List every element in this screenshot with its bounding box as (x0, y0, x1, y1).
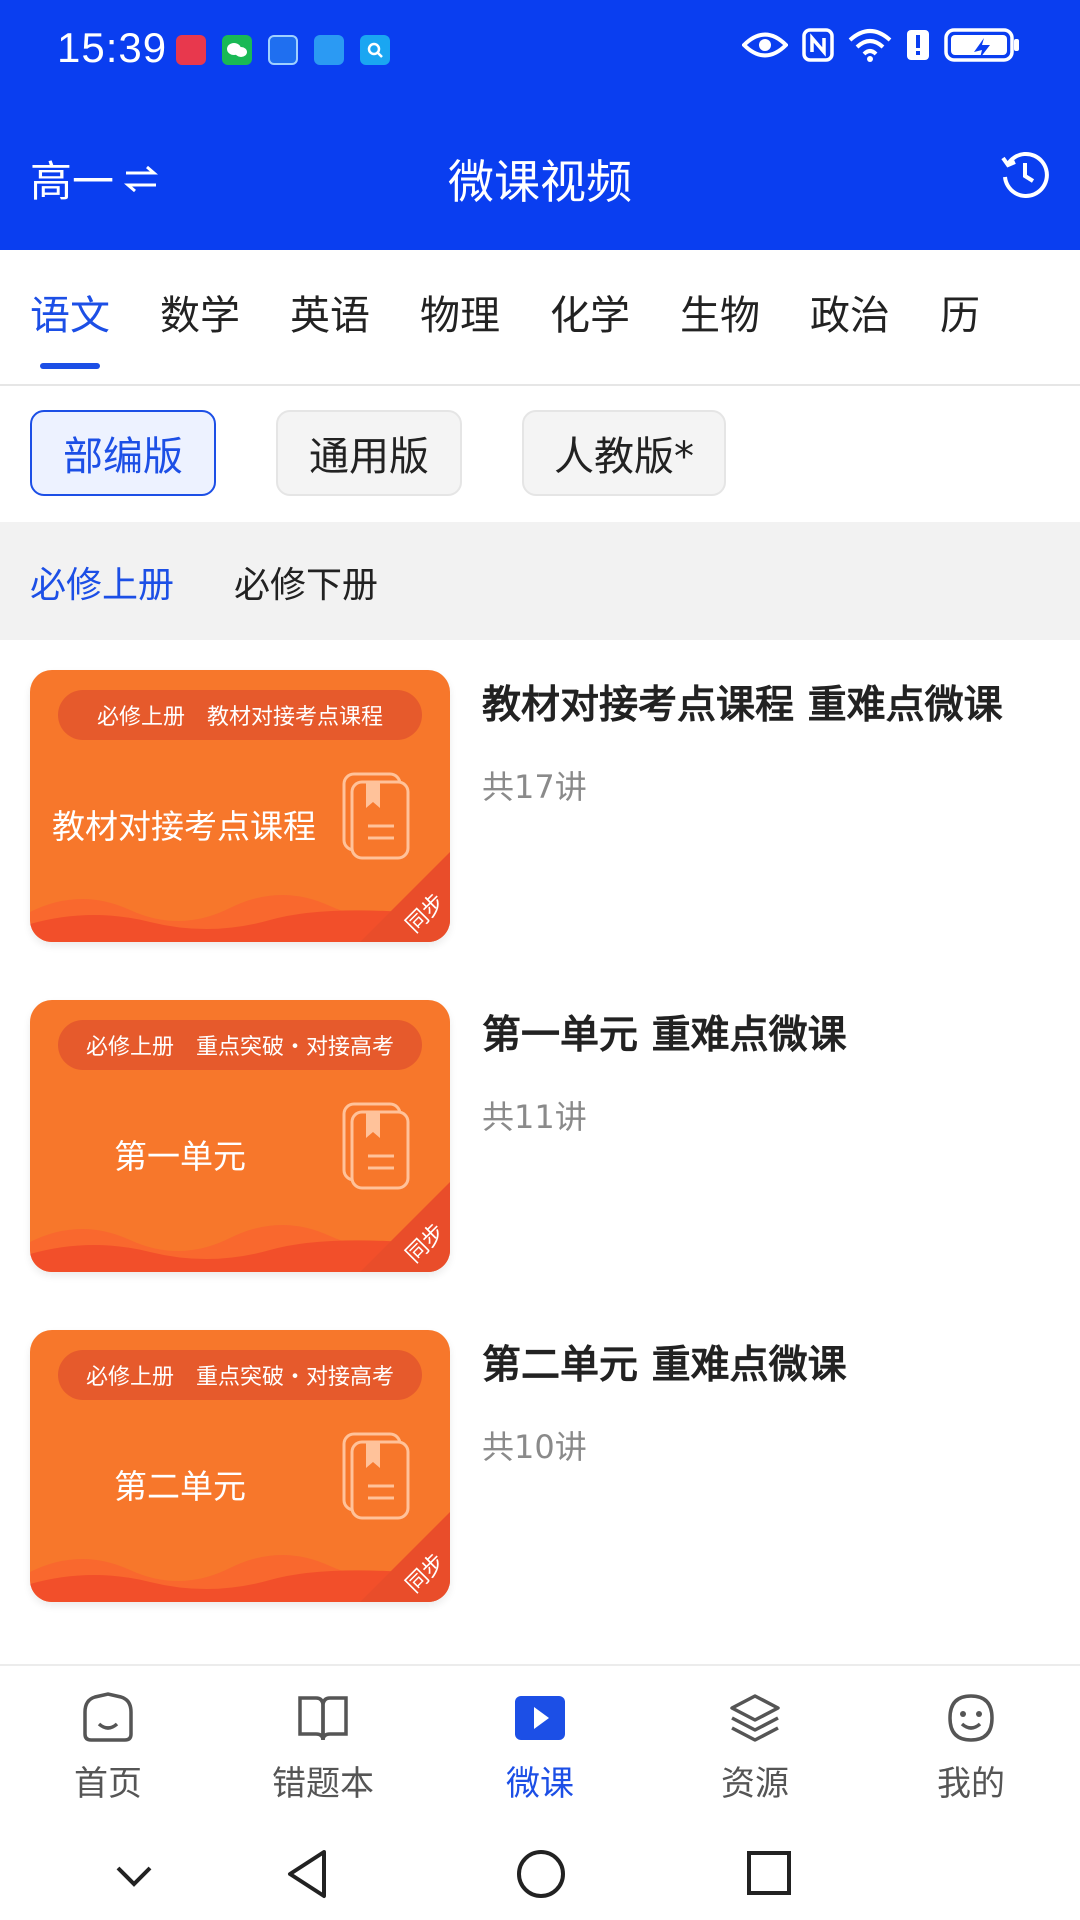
nav-micro-lessons-label: 微课 (506, 1764, 574, 1804)
thumbnail-tag-volume: 必修上册 (85, 1035, 174, 1060)
edition-filter: 部编版 通用版 人教版* (0, 410, 1080, 500)
nav-profile-label: 我的 (937, 1764, 1005, 1804)
chevron-down-icon[interactable] (114, 1864, 154, 1888)
eye-icon (742, 32, 788, 58)
subject-tabs: 语文 数学 英语 物理 化学 生物 政治 历 (0, 250, 1080, 386)
nav-micro-lessons[interactable]: 微课 (465, 1688, 615, 1805)
thumbnail-tag-topic: 重点突破・对接高考 (196, 1365, 395, 1390)
book-icon (342, 772, 410, 860)
edition-chip-bubian[interactable]: 部编版 (30, 410, 216, 496)
course-title: 第二单元 重难点微课 (482, 1343, 847, 1388)
book-icon (342, 1102, 410, 1190)
history-clock-icon (1001, 152, 1049, 198)
course-title: 第一单元 重难点微课 (482, 1013, 847, 1058)
book-icon (298, 1696, 348, 1741)
cloud-app-icon (314, 35, 344, 65)
history-button[interactable] (1000, 150, 1050, 204)
edition-chip-tongyong[interactable]: 通用版 (276, 410, 462, 496)
lesson-count: 共11讲 (482, 1098, 587, 1136)
thumbnail-title: 第二单元 (114, 1467, 246, 1506)
thumbnail-tag: 必修上册 重点突破・对接高考 (58, 1350, 422, 1400)
thumbnail-tag-volume: 必修上册 (85, 1365, 174, 1390)
lesson-count: 共17讲 (482, 768, 587, 806)
thumbnail-tag-topic: 教材对接考点课程 (207, 705, 384, 730)
wechat-icon (222, 35, 252, 65)
nav-resources-label: 资源 (721, 1764, 789, 1804)
search-app-icon (360, 35, 390, 65)
smiley-icon (948, 1694, 994, 1742)
nav-profile[interactable]: 我的 (896, 1688, 1046, 1805)
system-navigation-bar (0, 1824, 1080, 1920)
course-thumbnail: 必修上册 教材对接考点课程 教材对接考点课程 同步 (30, 670, 450, 942)
thumbnail-tag-volume: 必修上册 (96, 705, 185, 730)
lesson-count: 共10讲 (482, 1428, 587, 1466)
volume-tab-upper[interactable]: 必修上册 (30, 556, 174, 608)
system-icons (742, 28, 1020, 62)
volume-tabs: 必修上册 必修下册 (0, 522, 1080, 640)
thumbnail-title: 教材对接考点课程 (52, 807, 316, 846)
status-bar: 15:39 (0, 0, 1080, 100)
course-card[interactable]: 必修上册 重点突破・对接高考 第二单元 同步 第二单元 重难点微课 共10讲 (0, 1330, 1080, 1602)
app-header: 15:39 高一 微课视频 (0, 0, 1080, 250)
book-icon (342, 1432, 410, 1520)
notification-icons (176, 35, 390, 65)
gallery-app-icon (268, 35, 298, 65)
tab-math[interactable]: 数学 (160, 283, 240, 351)
tab-biology[interactable]: 生物 (680, 283, 760, 351)
course-thumbnail: 必修上册 重点突破・对接高考 第一单元 同步 (30, 1000, 450, 1272)
nav-home[interactable]: 首页 (33, 1688, 183, 1805)
edition-chip-renjiao[interactable]: 人教版* (522, 410, 726, 496)
page-title: 微课视频 (448, 155, 632, 209)
home-circle-icon[interactable] (515, 1848, 567, 1900)
bottom-navigation: 首页 错题本 微课 资源 我的 (0, 1664, 1080, 1824)
alert-icon (907, 30, 929, 60)
wifi-icon (848, 29, 892, 62)
recents-square-icon[interactable] (746, 1850, 792, 1896)
thumbnail-tag: 必修上册 教材对接考点课程 (58, 690, 422, 740)
course-card[interactable]: 必修上册 教材对接考点课程 教材对接考点课程 同步 教材对接考点课程 重难点微课… (0, 670, 1080, 942)
tab-chemistry[interactable]: 化学 (550, 283, 630, 351)
battery-charging-icon (944, 28, 1019, 62)
nav-mistake-book-label: 错题本 (272, 1764, 374, 1804)
home-icon (83, 1692, 133, 1742)
thumbnail-tag: 必修上册 重点突破・对接高考 (58, 1020, 422, 1070)
title-bar: 高一 微课视频 (0, 130, 1080, 220)
course-thumbnail: 必修上册 重点突破・对接高考 第二单元 同步 (30, 1330, 450, 1602)
tab-history[interactable]: 历 (940, 283, 980, 351)
thumbnail-tag-topic: 重点突破・对接高考 (196, 1035, 395, 1060)
play-icon (515, 1696, 565, 1740)
course-card[interactable]: 必修上册 重点突破・对接高考 第一单元 同步 第一单元 重难点微课 共11讲 (0, 1000, 1080, 1272)
huawei-app-icon (176, 35, 206, 65)
back-icon[interactable] (284, 1848, 332, 1900)
nav-resources[interactable]: 资源 (680, 1688, 830, 1805)
tab-politics[interactable]: 政治 (810, 283, 890, 351)
course-title: 教材对接考点课程 重难点微课 (482, 683, 1003, 728)
layers-icon (730, 1694, 780, 1742)
nav-home-label: 首页 (74, 1764, 142, 1804)
nav-mistake-book[interactable]: 错题本 (248, 1688, 398, 1805)
tab-physics[interactable]: 物理 (420, 283, 500, 351)
status-time: 15:39 (57, 24, 168, 71)
nfc-icon (802, 28, 834, 62)
tab-english[interactable]: 英语 (290, 283, 370, 351)
tab-chinese[interactable]: 语文 (30, 283, 110, 369)
volume-tab-lower[interactable]: 必修下册 (234, 556, 378, 608)
thumbnail-title: 第一单元 (114, 1137, 246, 1176)
